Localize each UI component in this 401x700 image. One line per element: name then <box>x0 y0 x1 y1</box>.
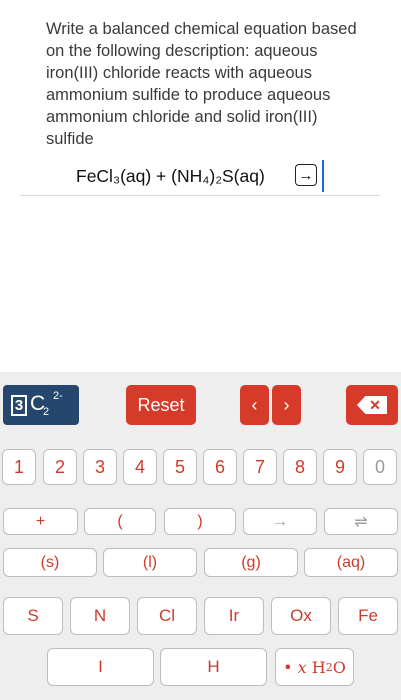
key-close-paren[interactable]: ) <box>164 508 236 535</box>
key-4[interactable]: 4 <box>123 449 157 485</box>
equation-input[interactable]: FeCl₃(aq) + (NH₄)₂S(aq) → <box>20 160 380 196</box>
key-element-ox[interactable]: Ox <box>271 597 331 635</box>
key-state-liquid[interactable]: (l) <box>103 548 197 577</box>
key-element-fe[interactable]: Fe <box>338 597 398 635</box>
key-element-s[interactable]: S <box>3 597 63 635</box>
dot-symbol: • <box>283 657 293 677</box>
o-symbol: O <box>332 657 346 677</box>
key-6[interactable]: 6 <box>203 449 237 485</box>
superscript: 2- <box>53 390 63 402</box>
h-subscript: 2 <box>325 660 333 674</box>
key-3[interactable]: 3 <box>83 449 117 485</box>
text-cursor <box>322 160 324 192</box>
key-equilibrium-arrow[interactable]: ⇌ <box>324 508 398 535</box>
cursor-left-button[interactable]: ‹ <box>240 385 269 425</box>
superscript-subscript-button[interactable]: 3 C 2 2- <box>3 385 79 425</box>
key-reaction-arrow[interactable]: → <box>243 508 317 535</box>
key-water-of-hydration[interactable]: • x H2O <box>275 648 354 686</box>
key-element-n[interactable]: N <box>70 597 130 635</box>
key-2[interactable]: 2 <box>43 449 77 485</box>
key-state-gas[interactable]: (g) <box>204 548 298 577</box>
key-element-ir[interactable]: Ir <box>204 597 264 635</box>
key-8[interactable]: 8 <box>283 449 317 485</box>
key-state-solid[interactable]: (s) <box>3 548 97 577</box>
question-text: Write a balanced chemical equation based… <box>46 20 357 148</box>
key-state-aqueous[interactable]: (aq) <box>304 548 398 577</box>
key-element-i[interactable]: I <box>47 648 154 686</box>
backspace-icon: ✕ <box>357 396 387 414</box>
key-5[interactable]: 5 <box>163 449 197 485</box>
key-1[interactable]: 1 <box>2 449 36 485</box>
cursor-right-button[interactable]: › <box>272 385 301 425</box>
backspace-button[interactable]: ✕ <box>346 385 398 425</box>
key-plus[interactable]: + <box>3 508 78 535</box>
chemistry-keyboard: 3 C 2 2- Reset ‹ › ✕ 1 2 3 4 5 6 7 8 9 0… <box>0 372 401 700</box>
coefficient-box: 3 <box>11 395 27 416</box>
subscript: 2 <box>43 406 50 418</box>
key-open-paren[interactable]: ( <box>84 508 156 535</box>
reset-button[interactable]: Reset <box>126 385 196 425</box>
key-9[interactable]: 9 <box>323 449 357 485</box>
key-0[interactable]: 0 <box>363 449 397 485</box>
h-symbol: H <box>311 657 326 677</box>
reaction-arrow[interactable]: → <box>295 164 317 186</box>
key-element-cl[interactable]: Cl <box>137 597 197 635</box>
key-7[interactable]: 7 <box>243 449 277 485</box>
x-symbol: x <box>297 657 307 677</box>
equation-text: FeCl₃(aq) + (NH₄)₂S(aq) <box>76 166 265 186</box>
key-element-h[interactable]: H <box>160 648 267 686</box>
